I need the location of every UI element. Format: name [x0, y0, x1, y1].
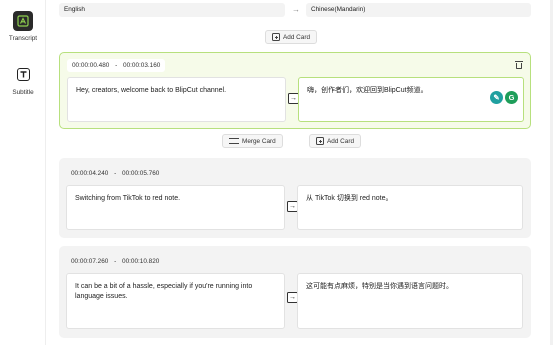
end-time: 00:00:05.760: [122, 170, 160, 177]
translated-text-field[interactable]: 嗨，创作者们，欢迎回到BlipCut频道。 ✎ G: [298, 77, 524, 122]
merge-card-label: Merge Card: [242, 137, 276, 145]
card-timestamp[interactable]: 00:00:07.260 - 00:00:10.820: [66, 255, 164, 268]
source-language-select[interactable]: English: [59, 3, 285, 17]
add-card-label: Add Card: [283, 33, 310, 41]
start-time: 00:00:04.240: [71, 170, 109, 177]
start-time: 00:00:07.260: [71, 258, 109, 265]
ai-assist-icon[interactable]: ✎: [490, 91, 503, 104]
end-time: 00:00:03.160: [123, 62, 161, 69]
assistant-badges: ✎ G: [490, 91, 518, 104]
translated-text-field[interactable]: 从 TikTok 切换到 red note。: [297, 185, 523, 230]
target-language-select[interactable]: Chinese(Mandarin): [306, 3, 531, 17]
transcript-icon: [13, 11, 33, 31]
sidebar-item-label: Transcript: [8, 35, 38, 42]
timestamp-separator: -: [115, 62, 118, 69]
add-card-button[interactable]: Add Card: [265, 30, 317, 44]
source-text-field[interactable]: It can be a bit of a hassle, especially …: [66, 273, 285, 329]
add-card-label: Add Card: [327, 137, 354, 145]
add-card-button[interactable]: Add Card: [309, 134, 361, 148]
transcript-card[interactable]: 00:00:07.260 - 00:00:10.820 It can be a …: [59, 246, 531, 338]
transcript-card[interactable]: 00:00:04.240 - 00:00:05.760 Switching fr…: [59, 158, 531, 238]
sidebar-item-label: Subtitle: [12, 89, 34, 96]
transcript-card[interactable]: 00:00:00.480 - 00:00:03.160 Hey, creator…: [59, 52, 531, 129]
left-sidebar: Transcript Subtitle: [0, 0, 46, 345]
card-timestamp[interactable]: 00:00:04.240 - 00:00:05.760: [66, 167, 164, 180]
add-card-icon: [316, 137, 324, 145]
arrow-right-icon: →: [292, 5, 300, 14]
start-time: 00:00:00.480: [72, 62, 110, 69]
trash-icon[interactable]: [515, 60, 523, 69]
merge-card-button[interactable]: Merge Card: [222, 134, 283, 148]
subtitle-icon: [16, 68, 30, 81]
translated-text-field[interactable]: 这可能有点麻烦，特别是当你遇到语言问题时。: [297, 273, 523, 329]
language-bar: English → Chinese(Mandarin): [59, 3, 531, 17]
translated-text: 嗨，创作者们，欢迎回到BlipCut频道。: [307, 87, 428, 94]
merge-card-icon: [229, 137, 239, 145]
grammarly-icon[interactable]: G: [505, 91, 518, 104]
sidebar-item-transcript[interactable]: Transcript: [0, 11, 46, 42]
timestamp-separator: -: [114, 258, 117, 265]
source-text-field[interactable]: Hey, creators, welcome back to BlipCut c…: [67, 77, 286, 122]
end-time: 00:00:10.820: [122, 258, 160, 265]
add-card-icon: [272, 33, 280, 41]
timestamp-separator: -: [114, 170, 117, 177]
card-timestamp[interactable]: 00:00:00.480 - 00:00:03.160: [67, 59, 166, 72]
sidebar-item-subtitle[interactable]: Subtitle: [0, 66, 46, 96]
source-text-field[interactable]: Switching from TikTok to red note.: [66, 185, 285, 230]
scrollbar[interactable]: [550, 0, 553, 345]
